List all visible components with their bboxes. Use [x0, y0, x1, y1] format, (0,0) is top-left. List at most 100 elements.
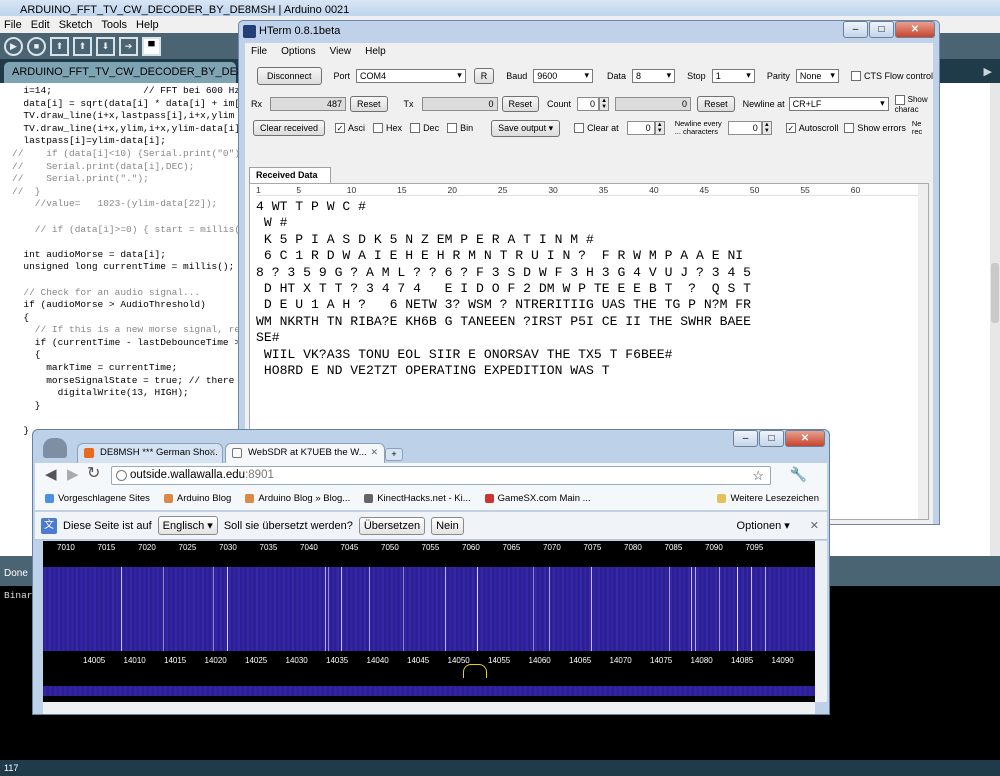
count-spinner[interactable]: ▲ ▼ [599, 97, 610, 111]
verify-play-icon[interactable]: ▶ [4, 36, 23, 56]
save-file-icon[interactable]: ⬇ [96, 36, 115, 56]
chrome-minimize-icon[interactable]: – [733, 430, 758, 447]
tab-websdr[interactable]: WebSDR at K7UEB the W... ✕ [225, 443, 385, 463]
freq-tick-bottom: 14040 [366, 656, 389, 665]
upload-icon[interactable]: ➔ [119, 36, 138, 56]
no-translate-button[interactable]: Nein [431, 516, 464, 535]
menu-sketch[interactable]: Sketch [59, 19, 93, 31]
signal-trace [445, 567, 446, 651]
waterfall-40m[interactable] [43, 567, 815, 651]
passband-filter-icon[interactable] [463, 664, 487, 678]
chrome-tabstrip: DE8MSH *** German Sho... ✕ WebSDR at K7U… [33, 430, 829, 463]
address-bar[interactable]: outside.wallawalla.edu:8901 ☆ [111, 466, 771, 485]
close-icon[interactable]: ✕ [895, 21, 935, 38]
hterm-menu-help[interactable]: Help [365, 46, 386, 57]
translate-button[interactable]: Übersetzen [358, 516, 426, 535]
back-arrow-icon[interactable]: ◀ [45, 465, 57, 483]
bookmark-gamesx[interactable]: GameSX.com Main ... [484, 493, 591, 504]
stop-bits-select[interactable]: 1 [711, 69, 755, 83]
freq-tick-top: 7055 [421, 543, 440, 552]
chrome-maximize-icon[interactable]: □ [759, 430, 784, 447]
minimize-icon[interactable]: – [843, 21, 868, 38]
dec-checkbox[interactable] [410, 123, 421, 134]
menu-file[interactable]: File [4, 19, 22, 31]
star-icon[interactable]: ☆ [752, 468, 764, 484]
language-select[interactable]: Englisch ▾ [157, 516, 218, 535]
asci-checkbox[interactable]: ✓ [335, 123, 346, 134]
new-tab-button[interactable]: + [385, 448, 403, 461]
signal-trace [695, 567, 696, 651]
serial-monitor-icon[interactable]: ▀ [142, 36, 161, 56]
page-scrollbar[interactable] [815, 541, 827, 702]
tx-label: Tx [403, 99, 414, 109]
refresh-ports-button[interactable]: R [473, 68, 495, 84]
editor-scrollbar[interactable] [990, 83, 1000, 556]
bookmark-arduino-blog-2[interactable]: Arduino Blog » Blog... [245, 493, 350, 504]
waterfall-20m[interactable] [43, 686, 815, 696]
chrome-close-icon[interactable]: ✕ [785, 430, 825, 447]
cts-checkbox[interactable] [850, 71, 861, 82]
bookmark-arduino-blog[interactable]: Arduino Blog [163, 493, 231, 504]
newline-every-spinner[interactable]: ▲ ▼ [761, 121, 772, 135]
newline-at-select[interactable]: CR+LF [788, 97, 889, 111]
column-ruler: 1 5 10 15 20 25 30 35 40 45 50 55 60 [256, 184, 928, 196]
freq-tick-top: 7090 [705, 543, 723, 552]
show-chars-checkbox[interactable] [894, 94, 905, 105]
received-data-tab[interactable]: Received Data [249, 167, 331, 183]
tx-reset-button[interactable]: Reset [501, 96, 540, 112]
show-errors-checkbox[interactable] [844, 123, 855, 134]
bin-checkbox[interactable] [447, 123, 458, 134]
wrench-icon[interactable]: 🔧 [790, 466, 807, 483]
tab-menu-arrow-icon[interactable]: ▶ [984, 65, 992, 78]
clear-at-spinner[interactable]: ▲ ▼ [654, 121, 665, 135]
save-output-button[interactable]: Save output ▾ [491, 119, 561, 137]
clear-at-input[interactable]: 0 [626, 121, 655, 135]
bookmark-kinecthacks[interactable]: KinectHacks.net - Ki... [364, 493, 471, 504]
hex-checkbox[interactable] [373, 123, 384, 134]
rx-count: 487 [270, 97, 346, 111]
hterm-menu-file[interactable]: File [251, 46, 267, 57]
count-reset-button[interactable]: Reset [697, 96, 735, 112]
reload-icon[interactable]: ↻ [87, 463, 100, 483]
hterm-menu-view[interactable]: View [330, 46, 352, 57]
newline-every-input[interactable]: 0 [727, 121, 762, 135]
disconnect-button[interactable]: Disconnect [257, 67, 322, 85]
received-scrollbar[interactable] [918, 184, 928, 519]
infobar-close-icon[interactable]: ✕ [810, 519, 819, 532]
bookmark-vorgeschlagene[interactable]: Vorgeschlagene Sites [45, 493, 150, 504]
console-text: Binar [4, 590, 33, 601]
hterm-app-icon [243, 25, 256, 38]
sketch-tab[interactable]: ARDUINO_FFT_TV_CW_DECODER_BY_DE8MSH [4, 62, 268, 83]
tab-de8msh[interactable]: DE8MSH *** German Sho... ✕ [77, 443, 223, 463]
stop-icon[interactable]: ■ [27, 36, 46, 56]
forward-arrow-icon[interactable]: ▶ [67, 465, 79, 483]
rx-reset-button[interactable]: Reset [350, 96, 388, 112]
menu-help[interactable]: Help [136, 19, 159, 31]
bookmark-weitere[interactable]: Weitere Lesezeichen [717, 493, 819, 504]
ruler-tick: 50 [749, 185, 760, 195]
received-line: D E U 1 A H ? 6 NETW 3? WSM ? NTRERITIIG… [256, 297, 752, 313]
port-select[interactable]: COM4 [356, 69, 466, 83]
parity-label: Parity [766, 71, 790, 81]
new-file-icon[interactable]: ⬆ [50, 36, 69, 56]
maximize-icon[interactable]: □ [869, 21, 894, 38]
tab-close-icon[interactable]: ✕ [370, 447, 378, 458]
menu-edit[interactable]: Edit [31, 19, 50, 31]
count-input[interactable]: 0 [577, 97, 600, 111]
hterm-menu-options[interactable]: Options [281, 46, 315, 57]
parity-select[interactable]: None [795, 69, 839, 83]
count-label: Count [547, 99, 572, 109]
clear-at-checkbox[interactable] [574, 123, 585, 134]
signal-trace [325, 567, 326, 651]
open-file-icon[interactable]: ⬆ [73, 36, 92, 56]
horizontal-scrollbar[interactable] [43, 702, 815, 714]
websdr-waterfall[interactable]: 7010 7015 7020 7025 7030 7035 7040 7045 7050 7055… [43, 541, 815, 702]
signal-trace [737, 567, 738, 651]
baud-select[interactable]: 9600 [533, 69, 594, 83]
clear-received-button[interactable]: Clear received [253, 120, 326, 136]
data-bits-select[interactable]: 8 [632, 69, 676, 83]
options-menu[interactable]: Optionen ▾ [737, 519, 790, 532]
tab-close-icon[interactable]: ✕ [208, 447, 216, 458]
autoscroll-checkbox[interactable]: ✓ [785, 123, 796, 134]
menu-tools[interactable]: Tools [101, 19, 127, 31]
